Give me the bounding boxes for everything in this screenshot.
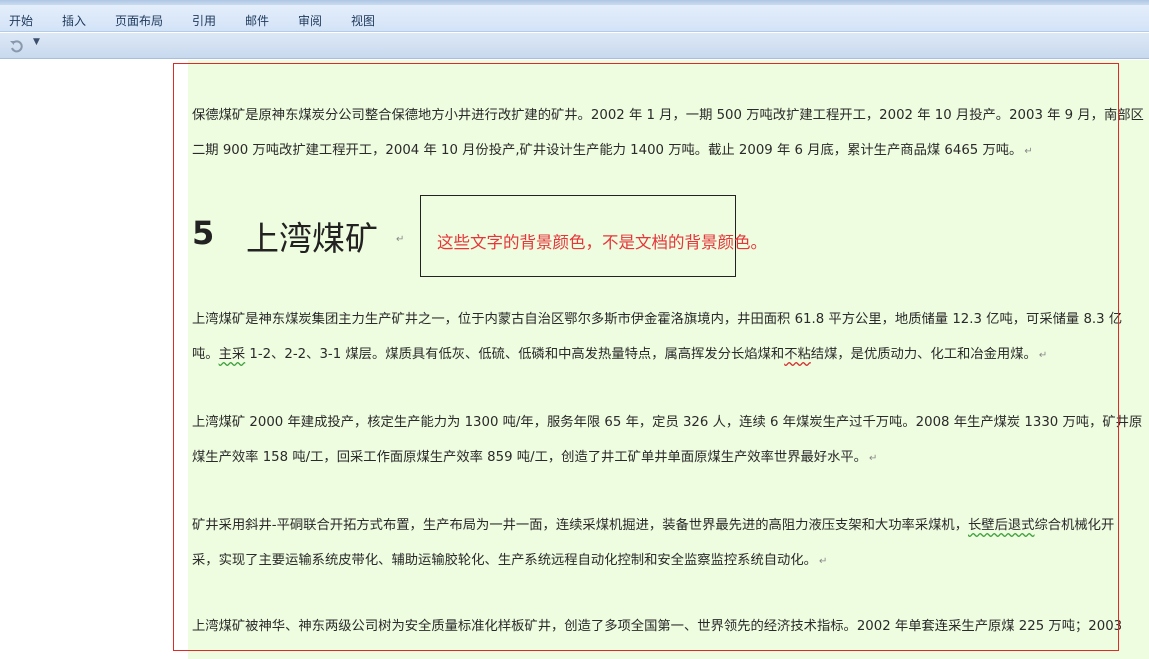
paragraph-line: 吨。主采 1-2、2-2、3-1 煤层。煤质具有低灰、低硫、低磷和中高发热量特点… <box>192 337 1149 373</box>
paragraph-line: 上湾煤矿是神东煤炭集团主力生产矿井之一，位于内蒙古自治区鄂尔多斯市伊金霍洛旗境内… <box>192 312 1123 327</box>
undo-icon[interactable] <box>9 39 23 53</box>
paragraph-mark: ↵ <box>1038 350 1048 361</box>
paragraph-baode: 保德煤矿是原神东煤炭分公司整合保德地方小井进行改扩建的矿井。2002 年 1 月… <box>192 98 1149 169</box>
spelling-underline-text: 不粘 <box>784 347 811 362</box>
line-text: 综合机械化开 <box>1034 518 1115 533</box>
quick-access-toolbar: ▼ <box>0 33 1149 59</box>
paragraph-shangwan-intro: 上湾煤矿是神东煤炭集团主力生产矿井之一，位于内蒙古自治区鄂尔多斯市伊金霍洛旗境内… <box>192 302 1149 373</box>
paragraph-shangwan-production: 上湾煤矿 2000 年建成投产，核定生产能力为 1300 吨/年，服务年限 65… <box>192 405 1149 476</box>
tab-references[interactable]: 引用 <box>192 12 216 29</box>
paragraph-mark: ↵ <box>868 453 878 464</box>
tab-insert[interactable]: 插入 <box>62 12 86 29</box>
paragraph-line: 采，实现了主要运输系统皮带化、辅助运输胶轮化、生产系统远程自动化控制和安全监察监… <box>192 543 1149 579</box>
line-text: 煤生产效率 158 吨/工，回采工作面原煤生产效率 859 吨/工，创造了井工矿… <box>192 450 867 465</box>
paragraph-line: 保德煤矿是原神东煤炭分公司整合保德地方小井进行改扩建的矿井。2002 年 1 月… <box>192 108 1144 123</box>
callout-textbox[interactable]: 这些文字的背景颜色，不是文档的背景颜色。 <box>420 195 767 277</box>
line-text: 二期 900 万吨改扩建工程开工，2004 年 10 月份投产,矿井设计生产能力… <box>192 143 1023 158</box>
paragraph-line: 上湾煤矿 2000 年建成投产，核定生产能力为 1300 吨/年，服务年限 65… <box>192 415 1143 430</box>
line-text: 结煤，是优质动力、化工和冶金用煤。 <box>810 347 1037 362</box>
paragraph-shangwan-mining: 矿井采用斜井-平硐联合开拓方式布置，生产布局为一井一面，连续采煤机掘进，装备世界… <box>192 508 1149 579</box>
heading-text: 上湾煤矿 <box>246 219 378 258</box>
grammar-underline-text: 主采 <box>218 347 246 362</box>
paragraph-line: 煤生产效率 158 吨/工，回采工作面原煤生产效率 859 吨/工，创造了井工矿… <box>192 440 1149 476</box>
dropdown-arrow-icon[interactable]: ▼ <box>33 37 40 47</box>
tab-home[interactable]: 开始 <box>9 12 33 29</box>
tab-view[interactable]: 视图 <box>351 12 375 29</box>
callout-text: 这些文字的背景颜色，不是文档的背景颜色。 <box>437 233 767 252</box>
line-text: 吨。 <box>192 347 219 362</box>
paragraph-shangwan-awards: 上湾煤矿被神华、神东两级公司树为安全质量标准化样板矿井，创造了多项全国第一、世界… <box>192 609 1149 644</box>
paragraph-line: 上湾煤矿被神华、神东两级公司树为安全质量标准化样板矿井，创造了多项全国第一、世界… <box>192 619 1123 634</box>
tab-page-layout[interactable]: 页面布局 <box>115 12 163 29</box>
heading-number: 5 <box>192 214 215 252</box>
paragraph-mark: ↵ <box>396 234 405 245</box>
tab-mailings[interactable]: 邮件 <box>245 12 269 29</box>
tab-review[interactable]: 审阅 <box>298 12 322 29</box>
paragraph-line: 矿井采用斜井-平硐联合开拓方式布置，生产布局为一井一面，连续采煤机掘进，装备世界… <box>192 508 1149 543</box>
line-text: 1-2、2-2、3-1 煤层。煤质具有低灰、低硫、低磷和中高发热量特点，属高挥发… <box>245 347 785 362</box>
paragraph-line: 二期 900 万吨改扩建工程开工，2004 年 10 月份投产,矿井设计生产能力… <box>192 133 1149 169</box>
ribbon-tab-bar: 开始 插入 页面布局 引用 邮件 审阅 视图 <box>0 5 1149 32</box>
line-text: 矿井采用斜井-平硐联合开拓方式布置，生产布局为一井一面，连续采煤机掘进，装备世界… <box>192 518 969 533</box>
paragraph-mark: ↵ <box>818 556 828 567</box>
grammar-underline-text: 长壁后退式 <box>968 518 1035 533</box>
paragraph-mark: ↵ <box>1024 146 1033 157</box>
line-text: 采，实现了主要运输系统皮带化、辅助运输胶轮化、生产系统远程自动化控制和安全监察监… <box>192 553 817 568</box>
